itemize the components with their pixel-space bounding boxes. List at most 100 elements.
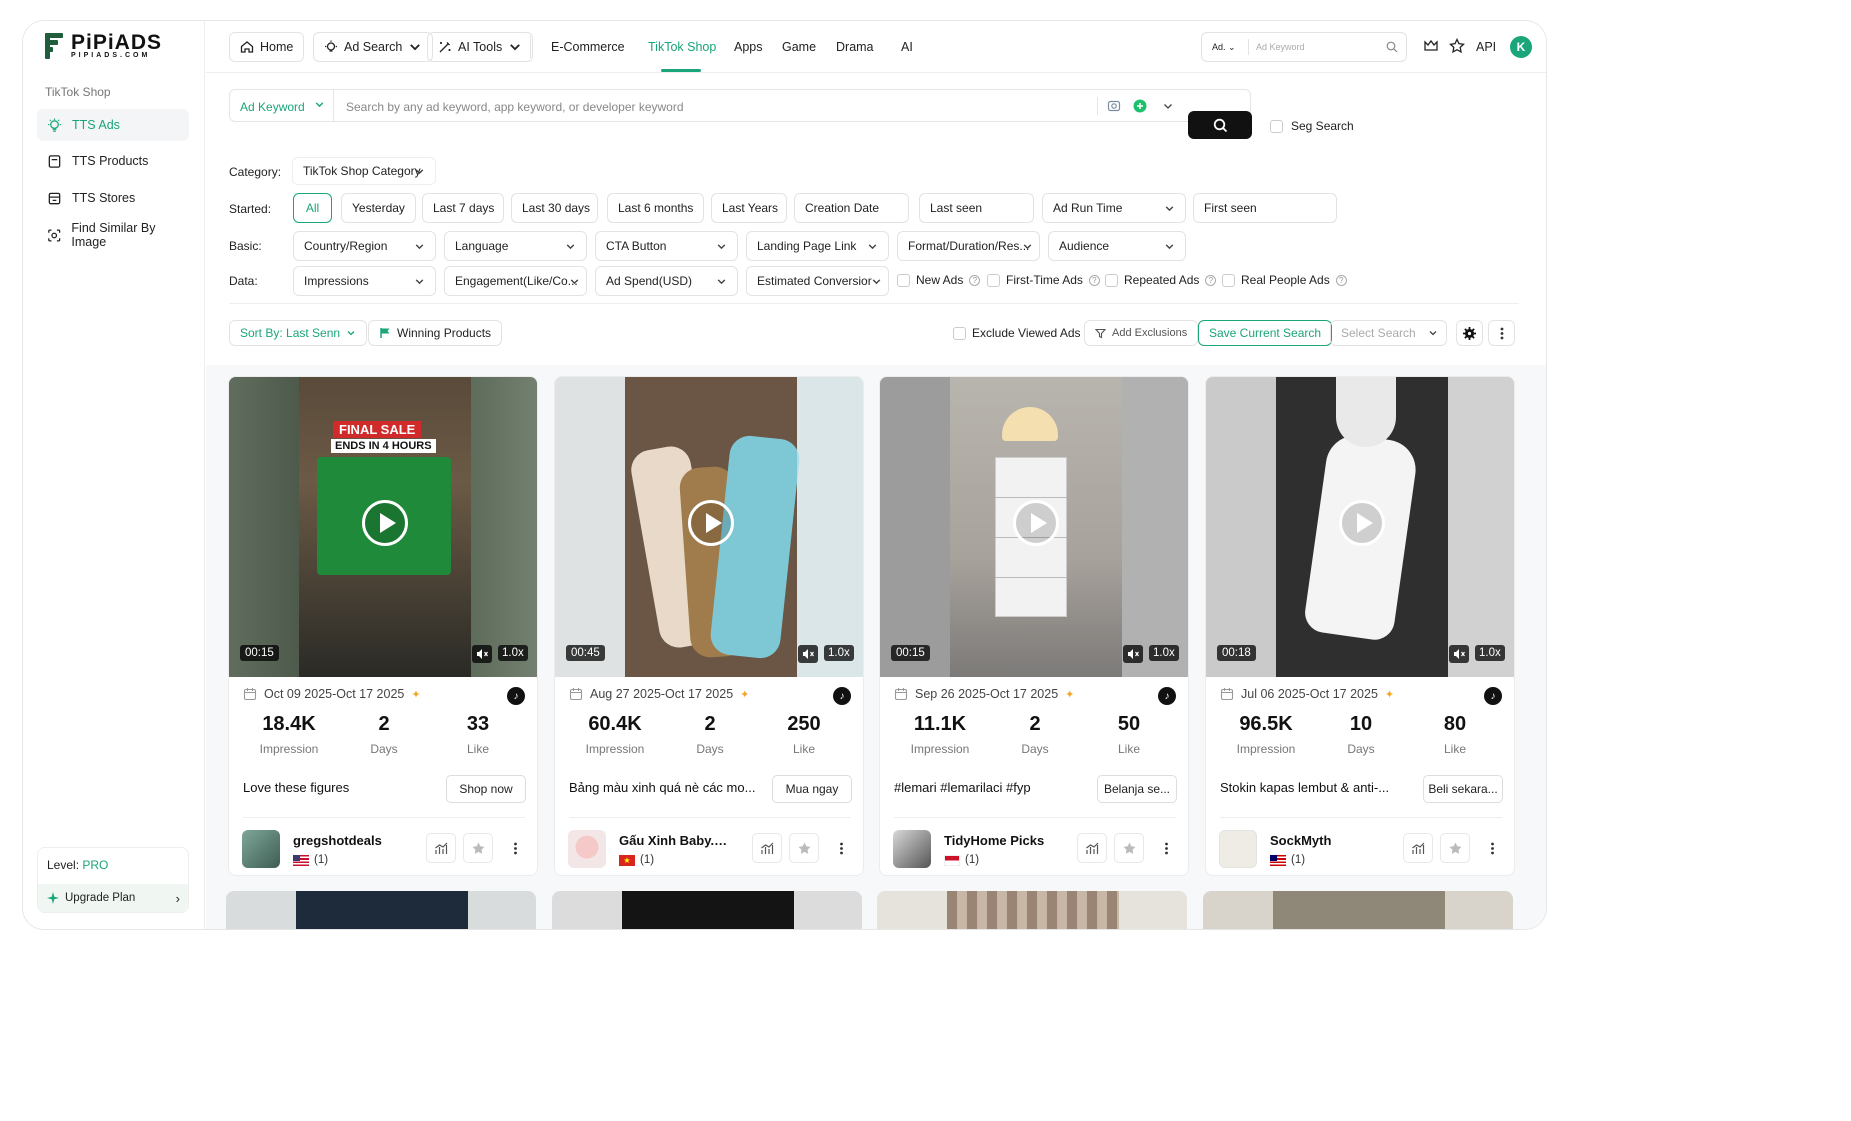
favorite-button[interactable]	[1114, 833, 1144, 863]
more-options-button[interactable]	[1488, 320, 1515, 346]
cta-button[interactable]: Belanja se...	[1097, 775, 1177, 803]
last-seen-picker[interactable]: Last seen	[919, 193, 1034, 223]
advertiser-avatar[interactable]	[568, 830, 606, 868]
exclude-viewed-filter[interactable]: Exclude Viewed Ads	[953, 326, 1081, 340]
new-ads-checkbox[interactable]	[897, 273, 910, 287]
crown-icon[interactable]	[1423, 38, 1439, 54]
mute-icon[interactable]	[798, 645, 818, 663]
settings-button[interactable]	[1456, 320, 1483, 346]
ad-run-time-select[interactable]: Ad Run Time	[1042, 193, 1186, 223]
ad-card[interactable]: 00:45 1.0x Aug 27 2025-Oct 17 2025 ✦ ♪ 60…	[554, 376, 864, 876]
nav-tiktok-shop[interactable]: TikTok Shop	[648, 40, 716, 54]
add-exclusions-button[interactable]: Add Exclusions	[1084, 320, 1199, 346]
real-people-ads-filter[interactable]: Real People Ads?	[1222, 273, 1347, 287]
cta-button[interactable]: Shop now	[446, 775, 526, 803]
format-duration-select[interactable]: Format/Duration/Res...	[897, 231, 1040, 261]
ad-search-input[interactable]: Search by any ad keyword, app keyword, o…	[346, 100, 684, 114]
more-options-button[interactable]	[1151, 833, 1181, 863]
cta-button[interactable]: Mua ngay	[772, 775, 852, 803]
help-icon[interactable]: ?	[1335, 274, 1347, 286]
advertiser-avatar[interactable]	[893, 830, 931, 868]
more-options-button[interactable]	[1477, 833, 1507, 863]
video-thumbnail[interactable]: 00:18 1.0x	[1206, 377, 1514, 677]
mute-icon[interactable]	[1449, 645, 1469, 663]
cta-button[interactable]: Beli sekara...	[1423, 775, 1503, 803]
favorite-button[interactable]	[463, 833, 493, 863]
favorite-button[interactable]	[1440, 833, 1470, 863]
nav-game[interactable]: Game	[782, 40, 816, 54]
ad-search-menu[interactable]: Ad Search	[313, 32, 434, 62]
estimated-conversion-select[interactable]: Estimated Conversior	[746, 266, 889, 296]
help-icon[interactable]: ?	[1205, 274, 1217, 286]
sidebar-item-tts-ads[interactable]: TTS Ads	[37, 109, 189, 141]
first-seen-picker[interactable]: First seen	[1193, 193, 1337, 223]
home-button[interactable]: Home	[229, 32, 305, 62]
nav-ai[interactable]: AI	[901, 40, 913, 54]
sidebar-item-find-similar[interactable]: Find Similar By Image	[37, 219, 189, 251]
add-circle-icon[interactable]	[1133, 99, 1147, 113]
help-icon[interactable]: ?	[969, 274, 981, 286]
ad-card-partial[interactable]	[1203, 891, 1513, 929]
engagement-select[interactable]: Engagement(Like/Co...	[444, 266, 587, 296]
play-icon[interactable]	[362, 500, 408, 546]
analytics-button[interactable]	[1077, 833, 1107, 863]
repeated-ads-checkbox[interactable]	[1105, 273, 1118, 287]
play-icon[interactable]	[688, 500, 734, 546]
first-time-ads-filter[interactable]: First-Time Ads?	[987, 273, 1100, 287]
started-last-7-days[interactable]: Last 7 days	[422, 193, 504, 223]
advertiser-avatar[interactable]	[242, 830, 280, 868]
winning-products-button[interactable]: Winning Products	[368, 320, 503, 346]
ad-card[interactable]: 00:15 1.0x Sep 26 2025-Oct 17 2025 ✦ ♪ 11…	[879, 376, 1189, 876]
select-search-dropdown[interactable]: Select Search	[1330, 320, 1447, 346]
audience-select[interactable]: Audience	[1048, 231, 1186, 261]
ai-tools-menu[interactable]: AI Tools	[427, 32, 534, 62]
sidebar-item-tts-products[interactable]: TTS Products	[37, 145, 189, 177]
save-current-search-button[interactable]: Save Current Search	[1198, 320, 1333, 346]
repeated-ads-filter[interactable]: Repeated Ads?	[1105, 273, 1217, 287]
play-icon[interactable]	[1339, 500, 1385, 546]
ad-card[interactable]: 00:18 1.0x Jul 06 2025-Oct 17 2025 ✦ ♪ 96…	[1205, 376, 1515, 876]
help-icon[interactable]: ?	[1088, 274, 1100, 286]
playback-speed[interactable]: 1.0x	[1475, 645, 1505, 661]
ad-spend-select[interactable]: Ad Spend(USD)	[595, 266, 738, 296]
sidebar-item-tts-stores[interactable]: TTS Stores	[37, 182, 189, 214]
nav-apps[interactable]: Apps	[734, 40, 763, 54]
brand-logo[interactable]: PiPiADS PIPIADS.COM	[45, 32, 162, 59]
seg-search-checkbox[interactable]	[1270, 119, 1283, 133]
more-options-button[interactable]	[826, 833, 856, 863]
first-time-ads-checkbox[interactable]	[987, 273, 1000, 287]
playback-speed[interactable]: 1.0x	[1149, 645, 1179, 661]
star-icon[interactable]	[1449, 38, 1465, 54]
favorite-button[interactable]	[789, 833, 819, 863]
analytics-button[interactable]	[426, 833, 456, 863]
search-icon[interactable]	[1386, 41, 1398, 53]
more-options-button[interactable]	[500, 833, 530, 863]
new-ads-filter[interactable]: New Ads?	[897, 273, 981, 287]
video-thumbnail[interactable]: FINAL SALE ENDS IN 4 HOURS 00:15 1.0x	[229, 377, 537, 677]
ad-card[interactable]: FINAL SALE ENDS IN 4 HOURS 00:15 1.0x Oc…	[228, 376, 538, 876]
sort-select[interactable]: Sort By: Last Senn	[229, 320, 368, 346]
analytics-button[interactable]	[1403, 833, 1433, 863]
chevron-down-icon[interactable]	[1161, 99, 1175, 113]
image-search-icon[interactable]	[1107, 99, 1121, 113]
play-icon[interactable]	[1013, 500, 1059, 546]
upgrade-plan-button[interactable]: Upgrade Plan ›	[38, 884, 188, 912]
advertiser-name[interactable]: Gấu Xinh Baby.me...	[619, 833, 731, 848]
playback-speed[interactable]: 1.0x	[498, 645, 528, 661]
cta-button-select[interactable]: CTA Button	[595, 231, 738, 261]
top-search-type-select[interactable]: Ad. ⌄	[1212, 42, 1236, 53]
impressions-select[interactable]: Impressions	[293, 266, 436, 296]
nav-ecommerce[interactable]: E-Commerce	[551, 40, 625, 54]
started-last-30-days[interactable]: Last 30 days	[511, 193, 598, 223]
user-avatar[interactable]: K	[1510, 36, 1532, 58]
creation-date-picker[interactable]: Creation Date	[794, 193, 909, 223]
started-all[interactable]: All	[293, 193, 332, 223]
mute-icon[interactable]	[472, 645, 492, 663]
nav-drama[interactable]: Drama	[836, 40, 874, 54]
playback-speed[interactable]: 1.0x	[824, 645, 854, 661]
advertiser-avatar[interactable]	[1219, 830, 1257, 868]
category-select[interactable]: TikTok Shop Category	[292, 157, 436, 185]
advertiser-name[interactable]: SockMyth	[1270, 833, 1382, 848]
ad-card-partial[interactable]	[552, 891, 862, 929]
ad-card-partial[interactable]	[226, 891, 536, 929]
